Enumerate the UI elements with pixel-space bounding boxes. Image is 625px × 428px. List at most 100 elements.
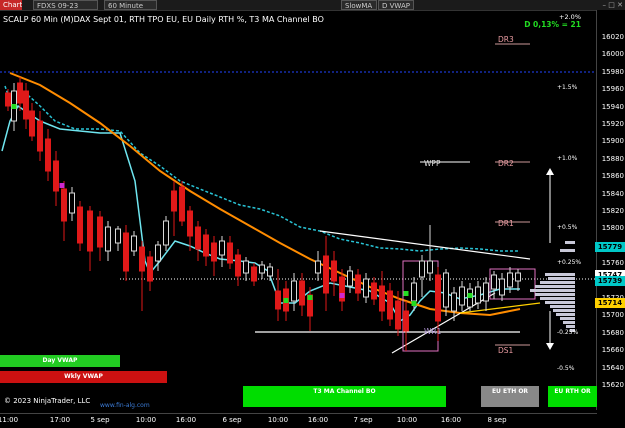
time-tick-label: 10:00 <box>396 416 418 424</box>
candle-body <box>355 274 361 294</box>
time-tick-label: 16:00 <box>175 416 197 424</box>
time-tick-label: 17:00 <box>49 416 71 424</box>
price-tick-label: 15840 <box>601 189 624 198</box>
level-dr3: DR3 <box>498 35 514 44</box>
site-link[interactable]: www.fin-alg.com <box>100 402 150 409</box>
candle-body <box>227 242 233 264</box>
candle-body <box>87 210 93 252</box>
price-tick-label: 15920 <box>601 120 624 128</box>
level-dr1: DR1 <box>498 219 514 228</box>
signal-marker <box>403 291 409 296</box>
candle-body <box>427 260 433 274</box>
price-axis[interactable]: 16020 16000 15980 15960 15940 15920 15900 15880… <box>595 10 625 410</box>
candle-body <box>267 266 273 277</box>
signal-marker <box>467 293 473 298</box>
candle-body <box>499 278 505 296</box>
candle-body <box>139 246 145 272</box>
candle-body <box>363 278 369 298</box>
candle-body <box>387 290 393 320</box>
chart-tab[interactable]: Chart <box>0 0 22 10</box>
eu-rth-or-bar: EU RTH OR <box>548 386 597 407</box>
price-tick-label: 15800 <box>601 224 624 233</box>
price-badge: 15739 <box>595 276 625 287</box>
maximize-icon[interactable]: □ <box>608 1 615 9</box>
candle-body <box>331 260 337 282</box>
candle-body <box>435 274 441 322</box>
candle-body <box>45 138 51 172</box>
close-icon[interactable]: ✕ <box>617 1 623 9</box>
candle-body <box>203 234 209 257</box>
candle-body <box>323 255 329 294</box>
signal-marker <box>283 298 289 303</box>
price-tick-label: 15860 <box>601 172 624 181</box>
time-tick-label: 10:00 <box>135 416 157 424</box>
instrument-selector[interactable]: FDXS 09-23 <box>33 0 98 10</box>
indicator-tab-dvwap[interactable]: D VWAP <box>378 0 414 10</box>
pct-label: -0.25% <box>557 329 579 336</box>
wkly-vwap-bar: Wkly VWAP <box>0 371 167 383</box>
candle-body <box>195 226 201 250</box>
candle-body <box>37 120 43 152</box>
price-badge: 15779 <box>595 241 625 252</box>
signal-marker <box>11 104 17 109</box>
candle-body <box>419 260 425 278</box>
candle-body <box>115 228 121 244</box>
signal-marker <box>339 293 345 298</box>
candle-body <box>235 254 241 277</box>
price-tick-label: 15760 <box>601 259 624 268</box>
period-selector[interactable]: 60 Minute <box>104 0 157 10</box>
candle-body <box>147 256 153 282</box>
copyright-text: © 2023 NinjaTrader, LLC <box>4 397 91 405</box>
level-wpp: WPP <box>424 159 441 168</box>
time-axis[interactable]: 11:00 17:00 5 sep 10:00 16:00 6 sep 10:00 16:00… <box>0 413 597 428</box>
candle-body <box>187 210 193 237</box>
time-tick-label: 11:00 <box>0 416 19 424</box>
daily-change-label: D 0,13% = 21 <box>524 20 581 29</box>
candle-body <box>105 226 111 252</box>
candle-body <box>171 190 177 212</box>
candle-body <box>251 266 257 282</box>
window-controls: – □ ✕ <box>603 1 623 9</box>
price-tick-label: 16020 <box>601 33 624 41</box>
indicator-tab-slowma[interactable]: SlowMA <box>341 0 377 10</box>
price-tick-label: 15980 <box>601 67 624 76</box>
pct-label: +0.5% <box>557 224 578 231</box>
price-tick-label: 15880 <box>601 154 624 163</box>
price-tick-label: 15900 <box>601 137 624 146</box>
candle-body <box>275 290 281 310</box>
minimize-icon[interactable]: – <box>603 1 607 9</box>
candle-body <box>179 186 185 222</box>
pct-label: +1.0% <box>557 155 578 162</box>
price-badge: 15714 <box>595 298 625 309</box>
candle-body <box>379 285 385 312</box>
pct-label: +0.25% <box>557 259 582 266</box>
time-tick-label: 16:00 <box>307 416 329 424</box>
price-tick-label: 15680 <box>601 328 624 337</box>
price-tick-label: 15700 <box>601 311 624 320</box>
price-tick-label: 16000 <box>601 50 624 59</box>
candle-body <box>131 235 137 252</box>
candle-body <box>5 92 11 107</box>
candle-body <box>315 260 321 274</box>
chart-title: SCALP 60 Min (M)DAX Sept 01, RTH TPO EU,… <box>3 15 324 24</box>
candle-body <box>395 300 401 330</box>
candle-body <box>61 188 67 222</box>
time-tick-label: 10:00 <box>267 416 289 424</box>
candle-body <box>291 280 297 302</box>
candle-body <box>403 310 409 332</box>
candle-body <box>459 286 465 306</box>
candle-body <box>53 160 59 192</box>
candle-body <box>451 292 457 312</box>
level-ds1: DS1 <box>498 346 514 355</box>
signal-marker <box>411 301 417 306</box>
candle-body <box>347 270 353 287</box>
signal-marker <box>307 295 313 300</box>
price-tick-label: 15940 <box>601 102 624 111</box>
candle-body <box>507 272 513 288</box>
time-tick-label: 7 sep <box>353 416 373 424</box>
candle-body <box>443 272 449 308</box>
pct-label: +1.5% <box>557 84 578 91</box>
candle-body <box>475 286 481 304</box>
candle-body <box>219 240 225 256</box>
time-tick-label: 8 sep <box>487 416 507 424</box>
